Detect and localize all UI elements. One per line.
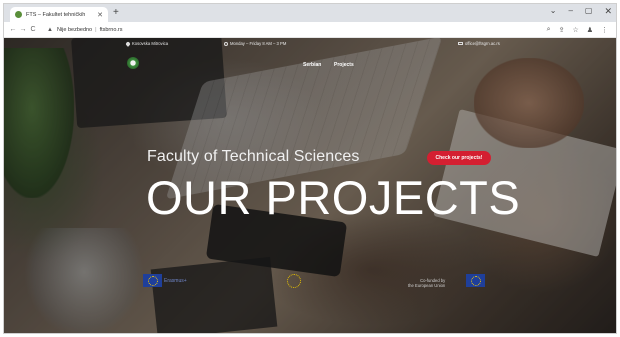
tablet-image [150,256,278,333]
browser-window: FTS – Fakultet tehničkih ✕ + ⌄ – ▢ ✕ ← →… [3,3,617,334]
hours-info: Monday – Friday 8 AM – 3 PM [224,41,286,46]
back-icon[interactable]: ← [8,26,18,33]
glass-image [24,228,144,333]
email-info[interactable]: office@ftsgrn.ac.rs [458,41,500,46]
eu-funded-line-2: the European Union [408,283,446,288]
hours-text: Monday – Friday 8 AM – 3 PM [230,41,287,46]
hero-title: OUR PROJECTS [146,171,521,224]
tab-title: FTS – Fakultet tehničkih [26,11,86,18]
minimize-icon[interactable]: – [568,6,572,17]
bookmark-star-icon[interactable]: ☆ [572,26,578,34]
close-window-icon[interactable]: ✕ [604,6,612,17]
search-icon[interactable]: ⌕ [547,26,551,34]
hero-subtitle: Faculty of Technical Sciences [147,148,360,165]
browser-tab[interactable]: FTS – Fakultet tehničkih ✕ [10,7,108,22]
address-info[interactable]: Kosovska Mitrovica [125,40,169,47]
address-bar[interactable]: ▲ Nije bezbedno | ftsbrno.rs [44,24,524,35]
partner-circle-logo [287,274,301,288]
toolbar-icons: ⌕ ⇪ ☆ ♟ ⋮ [547,26,612,34]
hero-section: Kosovska Mitrovica Monday – Friday 8 AM … [4,38,616,333]
profile-icon[interactable]: ♟ [587,26,593,34]
email-text: office@ftsgrn.ac.rs [465,41,500,46]
eu-flag-icon [466,274,485,287]
tab-search-icon[interactable]: ⌄ [550,6,557,17]
warning-icon[interactable]: ▲ [47,27,53,33]
menu-icon[interactable]: ⋮ [601,26,608,34]
nav-item-serbian[interactable]: Serbian [303,62,321,68]
security-label: Nije bezbedno [56,26,93,33]
browser-toolbar: ← → C ▲ Nije bezbedno | ftsbrno.rs ⌕ ⇪ ☆… [4,22,616,38]
erasmus-flag-icon [143,274,162,287]
address-text: Kosovska Mitrovica [132,41,169,46]
window-controls: ⌄ – ▢ ✕ [550,6,612,17]
nav-item-projects[interactable]: Projects [334,62,354,68]
tab-close-icon[interactable]: ✕ [97,11,103,19]
reload-icon[interactable]: C [28,26,38,33]
tab-strip: FTS – Fakultet tehničkih ✕ + ⌄ – ▢ ✕ [4,4,616,22]
maximize-icon[interactable]: ▢ [585,6,593,17]
url-text: ftsbrno.rs [99,26,123,33]
eu-funded-text: Co-funded by the European Union [408,278,445,288]
clock-icon [224,41,228,46]
top-info-bar: Kosovska Mitrovica Monday – Friday 8 AM … [4,38,616,48]
share-icon[interactable]: ⇪ [559,26,565,34]
favicon-icon [15,11,22,18]
check-projects-button[interactable]: Check our projects! [427,151,491,165]
new-tab-icon[interactable]: + [113,7,119,19]
url-separator: | [95,26,97,33]
forward-icon[interactable]: → [18,26,28,33]
site-navigation: Serbian Projects [4,50,616,80]
location-pin-icon [125,40,131,47]
erasmus-logo-text: Erasmus+ [164,278,187,284]
faculty-logo[interactable] [127,57,139,69]
mail-icon [458,41,463,46]
